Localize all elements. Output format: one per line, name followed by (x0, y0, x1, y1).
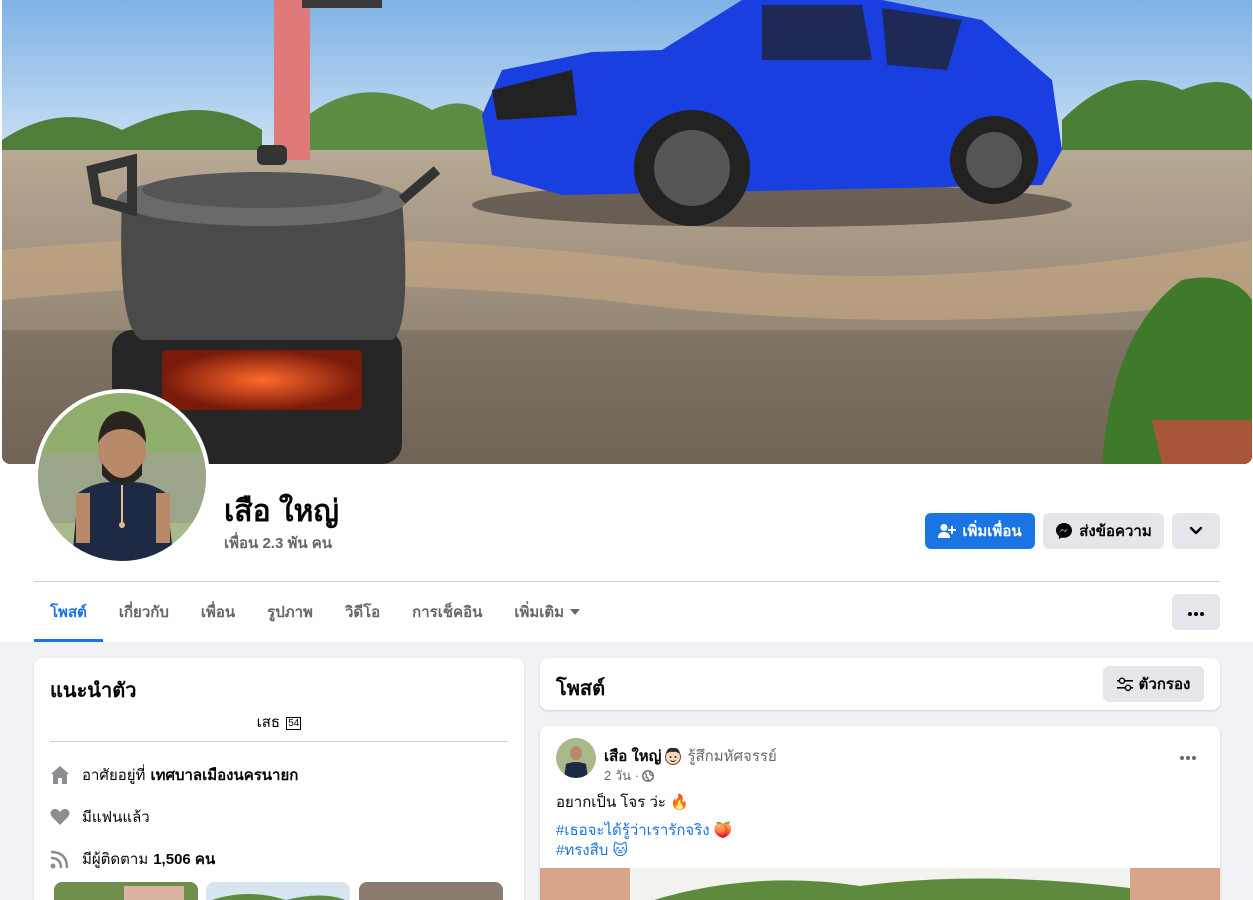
followers-row: มีผู้ติดตาม 1,506 คน (50, 847, 215, 871)
add-friend-label: เพิ่มเพื่อน (962, 523, 1022, 540)
profile-tabs: โพสต์ เกี่ยวกับ เพื่อน รูปภาพ วิดีโอ การ… (34, 582, 596, 642)
feeling-emoji-icon (663, 746, 683, 766)
tab-checkins[interactable]: การเช็คอิน (396, 582, 498, 642)
more-options-button[interactable] (1172, 594, 1220, 630)
bio-label: เสธ (256, 714, 281, 731)
bio-glyph: 54 (286, 717, 302, 730)
post-feeling: รู้สึกมหัศจรรย์ (687, 748, 777, 765)
ellipsis-icon (1180, 747, 1196, 765)
post-author-avatar[interactable] (556, 738, 596, 778)
lives-place-link[interactable]: เทศบาลเมืองนครนายก (150, 763, 298, 787)
photo-thumbnail[interactable] (206, 882, 350, 900)
posts-title: โพสต์ (556, 678, 606, 700)
bio-text: เสธ 54 (34, 710, 524, 734)
home-icon (50, 765, 70, 785)
add-friend-button[interactable]: เพิ่มเพื่อน (925, 513, 1035, 549)
caret-down-icon (570, 609, 581, 615)
tab-friends[interactable]: เพื่อน (185, 582, 251, 642)
add-user-icon (938, 523, 957, 539)
profile-dropdown-button[interactable] (1172, 513, 1220, 549)
tab-label: เกี่ยวกับ (118, 604, 169, 621)
tab-label: เพื่อน (200, 604, 236, 621)
chevron-down-icon (1189, 523, 1203, 540)
post-meta: 2 วัน · (604, 765, 654, 786)
lives-in-row: อาศัยอยู่ที่ เทศบาลเมืองนครนายก (50, 763, 298, 787)
tab-label: โพสต์ (50, 604, 87, 621)
cover-photo[interactable] (2, 0, 1252, 464)
rss-icon (50, 849, 70, 869)
followers-prefix: มีผู้ติดตาม (82, 851, 149, 868)
intro-divider (50, 741, 508, 742)
photo-thumbnail[interactable] (359, 882, 503, 900)
messenger-icon (1055, 522, 1073, 540)
tab-more[interactable]: เพิ่มเติม (498, 582, 596, 642)
profile-name: เสือ ใหญ่ (224, 495, 339, 528)
globe-icon (642, 769, 654, 782)
relationship-row: มีแฟนแล้ว (50, 805, 150, 829)
tab-photos[interactable]: รูปภาพ (251, 582, 329, 642)
filter-icon (1116, 677, 1133, 691)
intro-card: แนะนำตัว เสธ 54 อาศัยอยู่ที่ เทศบาลเมือง… (34, 658, 524, 900)
friend-count[interactable]: เพื่อน 2.3 พัน คน (224, 531, 332, 555)
followers-count[interactable]: 1,506 คน (153, 847, 215, 871)
post-image[interactable] (540, 868, 1220, 900)
tab-label: เพิ่มเติม (514, 604, 565, 621)
tab-label: วิดีโอ (344, 604, 381, 621)
tab-about[interactable]: เกี่ยวกับ (103, 582, 185, 642)
post-card: เสือ ใหญ่ รู้สึกมหัศจรรย์ 2 วัน · อยากเป… (540, 726, 1220, 900)
photo-thumbnail[interactable] (54, 882, 198, 900)
relationship-label: มีแฟนแล้ว (82, 809, 150, 826)
post-options-button[interactable] (1170, 744, 1206, 768)
ellipsis-icon (1188, 603, 1204, 621)
post-text: อยากเป็น โจร ว่ะ 🔥 (556, 794, 689, 811)
tab-posts[interactable]: โพสต์ (34, 582, 103, 642)
intro-title: แนะนำตัว (50, 680, 137, 702)
profile-header: เสือ ใหญ่ เพื่อน 2.3 พัน คน เพิ่มเพื่อน … (0, 0, 1253, 642)
filter-label: ตัวกรอง (1138, 676, 1191, 693)
profile-avatar[interactable] (34, 389, 210, 565)
tab-label: การเช็คอิน (412, 604, 483, 621)
hashtag-link[interactable]: #ทรงสืบ 🐱 (556, 838, 628, 862)
post-timestamp[interactable]: 2 วัน · (604, 765, 639, 786)
message-button[interactable]: ส่งข้อความ (1043, 513, 1164, 549)
filter-button[interactable]: ตัวกรอง (1103, 666, 1204, 702)
posts-header-card: โพสต์ ตัวกรอง (540, 658, 1220, 710)
tab-videos[interactable]: วิดีโอ (329, 582, 396, 642)
heart-icon (50, 807, 70, 827)
lives-prefix: อาศัยอยู่ที่ (82, 767, 146, 784)
message-label: ส่งข้อความ (1079, 523, 1152, 540)
tab-label: รูปภาพ (267, 604, 313, 621)
